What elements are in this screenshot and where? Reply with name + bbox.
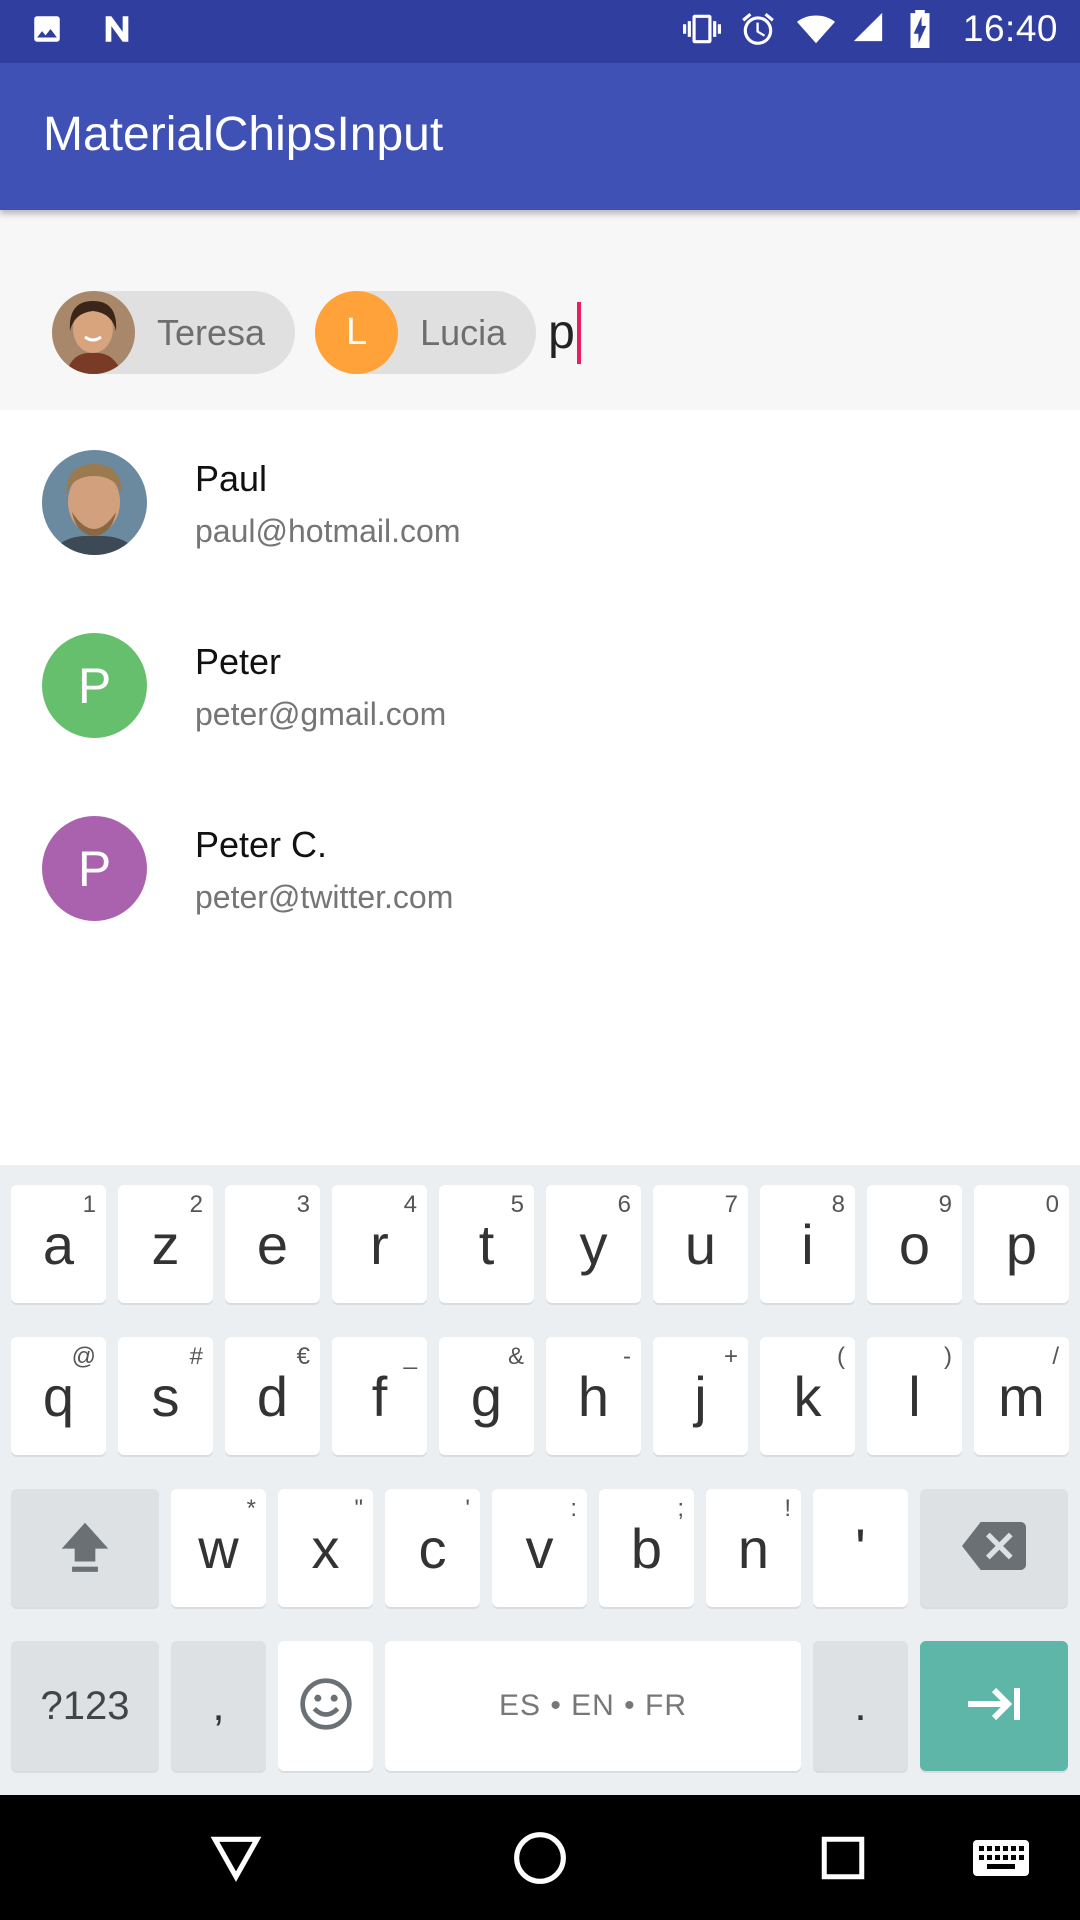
chip-avatar-photo	[52, 291, 135, 374]
symbols-key[interactable]: ?123	[11, 1641, 159, 1771]
space-key[interactable]: ES • EN • FR	[385, 1641, 801, 1771]
chip-label: Lucia	[420, 311, 507, 353]
chips-input[interactable]: Teresa L Lucia p	[0, 210, 1080, 410]
contact-name: Paul	[195, 458, 268, 499]
contact-avatar-letter: P	[42, 633, 147, 738]
key-f[interactable]: f _	[332, 1337, 427, 1455]
shift-key[interactable]	[11, 1489, 159, 1607]
contact-email: paul@hotmail.com	[195, 513, 461, 549]
suggestions-list: Paul paul@hotmail.com P Peter peter@gmai…	[0, 410, 1080, 1165]
keyboard-icon[interactable]	[968, 1825, 1034, 1891]
key-i[interactable]: i8	[760, 1185, 855, 1303]
comma-key[interactable]: ,	[171, 1641, 266, 1771]
text-caret	[576, 301, 581, 364]
home-icon[interactable]	[507, 1825, 573, 1891]
key-r[interactable]: r4	[332, 1185, 427, 1303]
key-y[interactable]: y6	[546, 1185, 641, 1303]
key-x[interactable]: x "	[278, 1489, 373, 1607]
contact-name: Peter C.	[195, 824, 328, 865]
key-q[interactable]: q @	[11, 1337, 106, 1455]
period-key[interactable]: .	[813, 1641, 908, 1771]
signal-icon	[851, 10, 889, 48]
typed-text: p	[548, 306, 575, 359]
recents-icon[interactable]	[810, 1825, 876, 1891]
emoji-key[interactable]	[278, 1641, 373, 1771]
key-a[interactable]: a1	[11, 1185, 106, 1303]
key-t[interactable]: t5	[439, 1185, 534, 1303]
n-notification-icon	[98, 12, 136, 50]
chip-teresa[interactable]: Teresa	[52, 291, 296, 374]
battery-charging-icon	[907, 10, 945, 48]
chip-lucia[interactable]: L Lucia	[315, 291, 537, 374]
contact-avatar-photo	[42, 450, 147, 555]
contact-email: peter@gmail.com	[195, 696, 447, 732]
key-o[interactable]: o9	[867, 1185, 962, 1303]
key-b[interactable]: b;	[599, 1489, 694, 1607]
next-key[interactable]	[920, 1641, 1068, 1771]
shift-icon	[54, 1515, 116, 1582]
key-k[interactable]: k(	[760, 1337, 855, 1455]
wifi-icon	[795, 10, 835, 48]
contact-avatar-letter: P	[42, 816, 147, 921]
tab-next-icon	[963, 1684, 1025, 1729]
key-u[interactable]: u7	[653, 1185, 748, 1303]
contact-name: Peter	[195, 641, 282, 682]
key-m[interactable]: m /	[974, 1337, 1069, 1455]
key-g[interactable]: g &	[439, 1337, 534, 1455]
back-icon[interactable]	[203, 1825, 269, 1891]
emoji-icon	[298, 1676, 354, 1737]
key-j[interactable]: j +	[653, 1337, 748, 1455]
status-time: 16:40	[962, 8, 1058, 49]
chip-label: Teresa	[157, 311, 266, 353]
status-bar: 16:40	[0, 0, 1080, 63]
key-l[interactable]: l)	[867, 1337, 962, 1455]
soft-keyboard: a1z2e3r4t5y6u7i8o9p0 q @ s # d € f _ g & h - j + k(l) m…	[0, 1165, 1080, 1795]
vibrate-icon	[682, 10, 721, 48]
app-title: MaterialChipsInput	[43, 108, 444, 161]
key-apostrophe[interactable]: '	[813, 1489, 908, 1607]
key-h[interactable]: h-	[546, 1337, 641, 1455]
list-item[interactable]: P Peter C. peter@twitter.com	[0, 776, 1080, 959]
image-icon	[30, 12, 68, 50]
key-n[interactable]: n!	[706, 1489, 801, 1607]
key-s[interactable]: s #	[118, 1337, 213, 1455]
key-w[interactable]: w *	[171, 1489, 266, 1607]
app-bar: MaterialChipsInput	[0, 63, 1080, 210]
key-v[interactable]: v:	[492, 1489, 587, 1607]
key-d[interactable]: d €	[225, 1337, 320, 1455]
chips-text-field[interactable]: p	[548, 301, 581, 364]
list-item[interactable]: P Peter peter@gmail.com	[0, 593, 1080, 776]
backspace-key[interactable]	[920, 1489, 1068, 1607]
nav-bar	[0, 1795, 1080, 1920]
key-p[interactable]: p0	[974, 1185, 1069, 1303]
backspace-icon	[962, 1521, 1026, 1575]
chip-avatar-letter: L	[315, 291, 399, 374]
list-item[interactable]: Paul paul@hotmail.com	[0, 410, 1080, 593]
alarm-icon	[739, 10, 777, 48]
key-e[interactable]: e3	[225, 1185, 320, 1303]
key-c[interactable]: c '	[385, 1489, 480, 1607]
contact-email: peter@twitter.com	[195, 879, 454, 915]
key-z[interactable]: z2	[118, 1185, 213, 1303]
